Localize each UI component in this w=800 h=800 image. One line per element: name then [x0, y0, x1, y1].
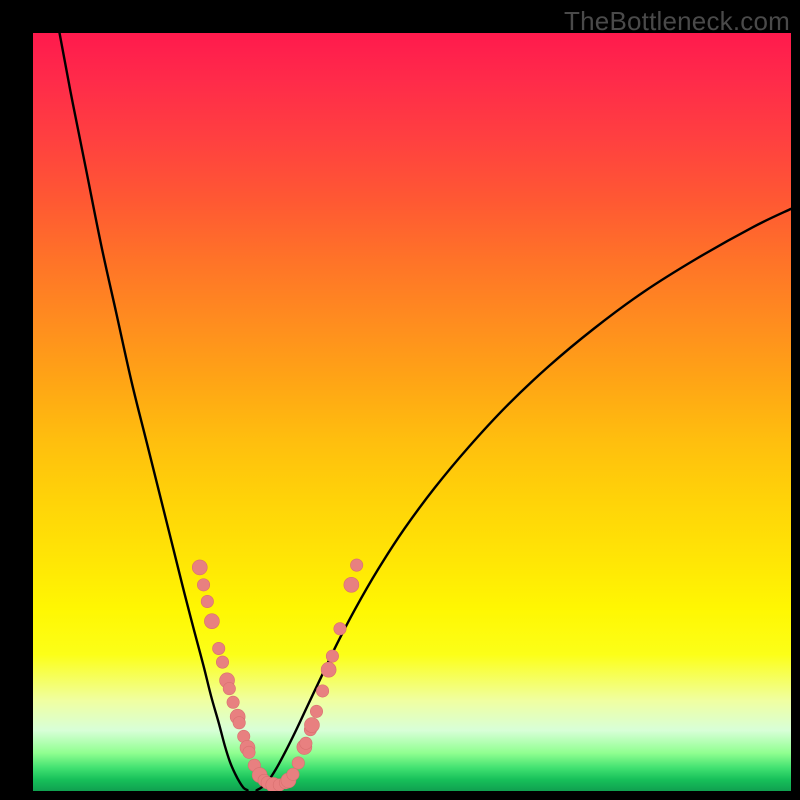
- data-marker: [201, 595, 213, 607]
- data-marker: [304, 718, 319, 733]
- data-marker: [204, 614, 219, 629]
- data-marker: [292, 757, 304, 769]
- curve-right-branch: [257, 209, 791, 790]
- chart-frame: TheBottleneck.com: [0, 0, 800, 800]
- data-marker: [310, 705, 322, 717]
- data-marker: [321, 662, 336, 677]
- data-marker: [316, 685, 328, 697]
- data-marker: [300, 737, 312, 749]
- watermark-text: TheBottleneck.com: [564, 6, 790, 37]
- data-marker: [227, 696, 239, 708]
- plot-area: [33, 33, 791, 791]
- data-marker: [287, 768, 299, 780]
- data-marker: [243, 746, 255, 758]
- data-markers: [192, 559, 363, 791]
- data-marker: [350, 559, 362, 571]
- data-marker: [223, 682, 235, 694]
- data-marker: [213, 642, 225, 654]
- data-marker: [334, 623, 346, 635]
- data-marker: [192, 560, 207, 575]
- data-marker: [216, 656, 228, 668]
- data-marker: [233, 717, 245, 729]
- curve-group: [60, 33, 791, 790]
- data-marker: [326, 650, 338, 662]
- chart-svg: [33, 33, 791, 791]
- curve-left-branch: [60, 33, 248, 790]
- data-marker: [197, 579, 209, 591]
- data-marker: [344, 577, 359, 592]
